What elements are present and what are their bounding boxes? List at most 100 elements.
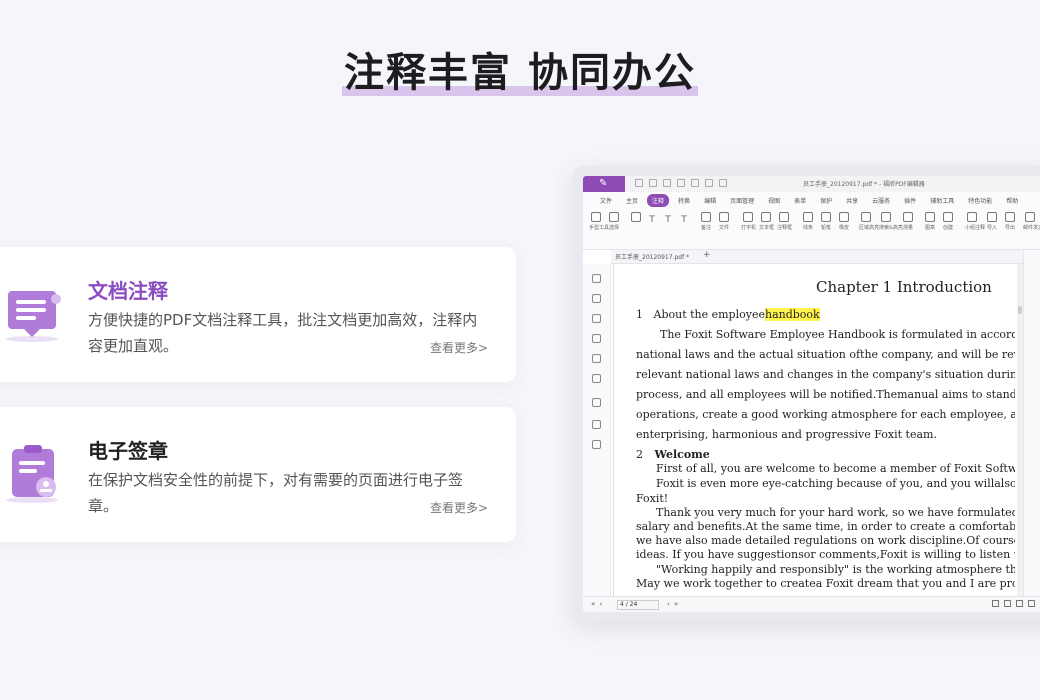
page-number-input[interactable]: 4 / 24 <box>617 600 659 610</box>
print-icon[interactable] <box>663 179 671 187</box>
ribbon-email-fdf[interactable]: 邮件发送FDF <box>1023 212 1040 231</box>
ribbon-pencil[interactable]: 铅笔 <box>819 212 833 231</box>
menu-view[interactable]: 视图 <box>763 194 785 207</box>
ribbon-select[interactable]: 选择 <box>607 212 621 231</box>
menu-form[interactable]: 表单 <box>789 194 811 207</box>
menu-accessibility[interactable]: 辅助工具 <box>925 194 959 207</box>
paragraph-line: enterprising, harmonious and progressive… <box>636 428 937 441</box>
menu-cloud[interactable]: 云服务 <box>867 194 895 207</box>
ribbon-hand-tool[interactable]: 手型工具 <box>589 212 609 231</box>
ribbon-area-highlight[interactable]: 区域高亮 <box>859 212 879 231</box>
typewriter-icon <box>743 212 753 222</box>
ribbon-file[interactable]: 文件 <box>717 212 731 231</box>
redo-icon[interactable] <box>705 179 713 187</box>
view-more-link[interactable]: 查看更多> <box>430 339 488 356</box>
bookmark-icon[interactable] <box>592 274 601 283</box>
feature-card-annotation[interactable]: 文档注释 方便快捷的PDF文档注释工具，批注文档更加高效，注释内容更加直观。 查… <box>0 247 516 382</box>
lock-icon[interactable] <box>592 374 601 383</box>
ribbon-summarize[interactable]: 小组注释 <box>965 212 985 231</box>
page-nav-prev[interactable]: « ‹ <box>591 600 603 608</box>
paragraph-line: salary and benefits.At the same time, in… <box>636 520 1015 533</box>
page-heading: 注释丰富 协同办公 <box>342 40 698 98</box>
comment-icon[interactable] <box>592 314 601 323</box>
continuous-icon[interactable] <box>1016 600 1023 607</box>
scrollbar-thumb[interactable] <box>1018 306 1022 314</box>
single-page-icon[interactable] <box>1004 600 1011 607</box>
navigation-sidebar <box>583 264 611 596</box>
menu-edit[interactable]: 编辑 <box>699 194 721 207</box>
menu-share[interactable]: 共享 <box>841 194 863 207</box>
new-tab-button[interactable]: + <box>703 250 711 260</box>
page-icon[interactable] <box>677 179 685 187</box>
save-icon[interactable] <box>649 179 657 187</box>
paragraph-line: we have also made detailed regulations o… <box>636 534 1015 547</box>
ribbon-text-1[interactable]: T <box>645 212 659 225</box>
chapter-title: Chapter 1 Introduction <box>816 278 992 296</box>
ribbon-toolbar: 手型工具 选择 T T T 备注 文件 打字机 文本框 注释框 线条 铅笔 橡皮… <box>583 208 1040 250</box>
layers-icon[interactable] <box>592 334 601 343</box>
ribbon-export[interactable]: 导出 <box>1003 212 1017 231</box>
ribbon-measure[interactable]: 测量 <box>901 212 915 231</box>
pages-icon[interactable] <box>592 294 601 303</box>
ribbon-stamp[interactable]: 图章 <box>923 212 937 231</box>
paragraph-line: First of all, you are welcome to become … <box>656 462 1015 475</box>
ribbon-import[interactable]: 导入 <box>985 212 999 231</box>
area-highlight-icon <box>861 212 871 222</box>
section-number: 2 <box>636 448 643 461</box>
two-page-icon[interactable] <box>1028 600 1035 607</box>
ribbon-create[interactable]: 创建 <box>941 212 955 231</box>
stamp-icon <box>925 212 935 222</box>
copy-icon[interactable] <box>592 440 601 449</box>
document-page: Chapter 1 Introduction 1 About the emplo… <box>613 264 1015 596</box>
signature-icon[interactable] <box>592 420 601 429</box>
pencil-icon <box>821 212 831 222</box>
ribbon-callout[interactable]: 注释框 <box>777 212 792 231</box>
menu-comment[interactable]: 注释 <box>647 193 670 207</box>
ribbon-shapes[interactable]: 线条 <box>801 212 815 231</box>
paragraph-line: ideas. If you have suggestionsor comment… <box>636 548 1015 561</box>
hand-icon[interactable] <box>719 179 727 187</box>
feature-title: 电子签章 <box>88 439 168 463</box>
pdf-editor-window: ✎ 员工手册_20120917.pdf * - 福昕PDF编辑器 文件 主页 注… <box>583 176 1040 612</box>
shape-icon <box>803 212 813 222</box>
app-logo[interactable]: ✎ <box>583 176 625 192</box>
paragraph-line: The Foxit Software Employee Handbook is … <box>660 328 1015 341</box>
ribbon-eraser[interactable]: 橡皮 <box>837 212 851 231</box>
ribbon-note[interactable]: 备注 <box>699 212 713 231</box>
document-tab[interactable]: 员工手册_20120917.pdf * <box>615 252 689 261</box>
app-screenshot: ✎ 员工手册_20120917.pdf * - 福昕PDF编辑器 文件 主页 注… <box>573 166 1040 622</box>
document-icon[interactable] <box>592 398 601 407</box>
menu-organize[interactable]: 页面管理 <box>725 194 759 207</box>
menu-help[interactable]: 帮助 <box>1001 194 1023 207</box>
open-icon[interactable] <box>635 179 643 187</box>
feature-card-signature[interactable]: 电子签章 在保护文档安全性的前提下，对有需要的页面进行电子签章。 查看更多> <box>0 407 516 542</box>
ribbon-textbox[interactable]: 文本框 <box>759 212 774 231</box>
ribbon-text-3[interactable]: T <box>677 212 691 225</box>
menu-plugins[interactable]: 插件 <box>899 194 921 207</box>
menu-protect[interactable]: 保护 <box>815 194 837 207</box>
logo-icon: ✎ <box>599 178 608 189</box>
menu-convert[interactable]: 转换 <box>673 194 695 207</box>
ribbon-highlight[interactable] <box>629 212 643 222</box>
paragraph-line: "Working happily and responsibly" is the… <box>656 563 1015 576</box>
highlighted-text[interactable]: handbook <box>764 308 820 321</box>
view-more-link[interactable]: 查看更多> <box>430 499 488 516</box>
callout-icon <box>779 212 789 222</box>
undo-icon[interactable] <box>691 179 699 187</box>
attachment-icon[interactable] <box>592 354 601 363</box>
menu-features[interactable]: 特色功能 <box>963 194 997 207</box>
feature-title: 文档注释 <box>88 279 168 303</box>
menu-home[interactable]: 主页 <box>621 194 643 207</box>
ribbon-typewriter[interactable]: 打字机 <box>741 212 756 231</box>
eye-icon[interactable] <box>992 600 999 607</box>
file-icon <box>719 212 729 222</box>
ribbon-text-2[interactable]: T <box>661 212 675 225</box>
ribbon-search-highlight[interactable]: 搜索&高亮 <box>879 212 903 231</box>
page-nav-next[interactable]: › » <box>667 600 679 608</box>
heading-wrap: 注释丰富 协同办公 <box>0 40 1040 98</box>
menu-file[interactable]: 文件 <box>595 194 617 207</box>
select-icon <box>609 212 619 222</box>
section-number: 1 <box>636 308 643 321</box>
paragraph-line: national laws and the actual situation o… <box>636 348 1015 361</box>
highlight-icon <box>631 212 641 222</box>
